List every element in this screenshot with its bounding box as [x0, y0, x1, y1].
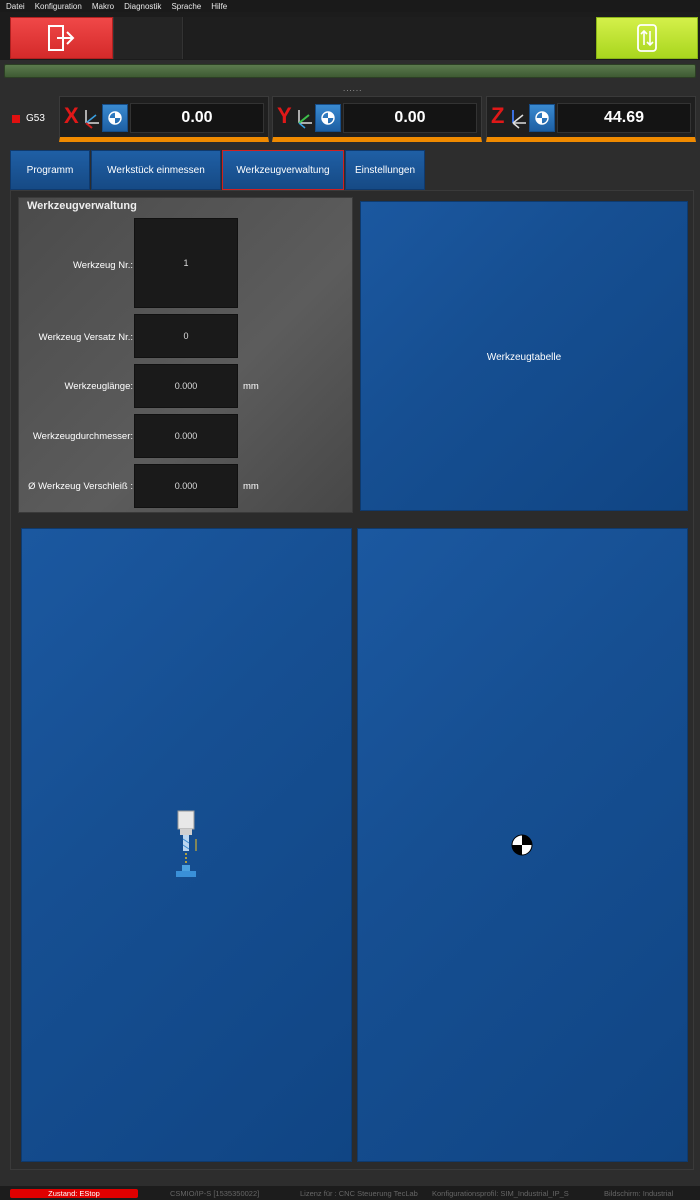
tool-number-field[interactable]: 1 — [134, 218, 238, 308]
tool-wear-unit: mm — [243, 481, 259, 492]
tool-wear-field[interactable]: 0.000 — [134, 464, 238, 508]
target-icon — [535, 111, 549, 125]
coord-system-indicator: G53 — [12, 113, 45, 124]
tool-length-label: Werkzeuglänge: — [64, 381, 133, 392]
zero-y-button[interactable] — [315, 104, 341, 132]
axis-x-value[interactable]: 0.00 — [130, 103, 264, 133]
exit-button[interactable] — [10, 17, 113, 59]
toolbar-slot — [113, 17, 183, 59]
profile-info: Konfigurationsprofil: SIM_Industrial_IP_… — [432, 1189, 569, 1198]
tool-diameter-field[interactable]: 0.000 — [134, 414, 238, 458]
switch-screen-button[interactable] — [596, 17, 698, 59]
menu-bar: Datei Konfiguration Makro Diagnostik Spr… — [0, 0, 700, 12]
axis-z-display: Z 44.69 — [486, 96, 696, 142]
tool-length-sensor-icon — [176, 810, 197, 877]
status-bar: Zustand: EStop CSMIO/IP-S [1535350022] L… — [0, 1186, 700, 1200]
axis-x-display: X 0.00 — [59, 96, 269, 142]
menu-makro[interactable]: Makro — [86, 2, 118, 11]
axis-y-value[interactable]: 0.00 — [343, 103, 477, 133]
menu-datei[interactable]: Datei — [0, 2, 29, 11]
feed-progress-bar — [4, 64, 696, 78]
tool-table-button[interactable]: Werkzeugtabelle — [360, 201, 688, 511]
tool-diameter-label: Werkzeugdurchmesser: — [32, 431, 133, 442]
expand-handle[interactable]: ...... — [343, 84, 362, 93]
tool-measure-button[interactable] — [21, 528, 352, 1162]
menu-konfiguration[interactable]: Konfiguration — [29, 2, 86, 11]
controller-info: CSMIO/IP-S [1535350022] — [170, 1189, 260, 1198]
tool-wear-label: Ø Werkzeug Verschleiß : — [28, 481, 133, 492]
axis-y-display: Y 0.00 — [272, 96, 482, 142]
axis-triad-icon — [512, 110, 526, 129]
axis-x-letter: X — [64, 103, 79, 128]
license-info: Lizenz für : CNC Steuerung TecLab — [300, 1189, 418, 1198]
tool-table-label: Werkzeugtabelle — [486, 352, 562, 363]
axis-z-letter: Z — [491, 103, 505, 128]
tool-number-label: Werkzeug Nr.: — [72, 260, 133, 271]
tab-werkzeugverwaltung[interactable]: Werkzeugverwaltung — [222, 150, 344, 190]
axis-z-value[interactable]: 44.69 — [557, 103, 691, 133]
tool-management-panel: Werkzeugverwaltung Werkzeug Nr.: 1 Werkz… — [18, 197, 353, 513]
menu-diagnostik[interactable]: Diagnostik — [118, 2, 165, 11]
axis-y-letter: Y — [277, 103, 292, 128]
screen-info: Bildschirm: Industrial — [604, 1189, 674, 1198]
target-icon — [108, 111, 122, 125]
menu-hilfe[interactable]: Hilfe — [205, 2, 231, 11]
zero-x-button[interactable] — [102, 104, 128, 132]
panel-title: Werkzeugverwaltung — [27, 200, 137, 212]
machine-state-badge: Zustand: EStop — [10, 1189, 138, 1198]
menu-sprache[interactable]: Sprache — [165, 2, 205, 11]
target-icon — [321, 111, 335, 125]
axis-triad-icon — [85, 110, 99, 129]
tool-offset-field[interactable]: 0 — [134, 314, 238, 358]
probe-button[interactable] — [357, 528, 688, 1162]
tool-offset-label: Werkzeug Versatz Nr.: — [38, 332, 133, 343]
exit-icon — [47, 25, 74, 51]
zero-z-button[interactable] — [529, 104, 555, 132]
tool-length-unit: mm — [243, 381, 259, 392]
top-toolbar — [0, 12, 700, 60]
coord-system-label: G53 — [26, 113, 45, 124]
probe-target-icon — [511, 834, 533, 856]
axis-triad-icon — [298, 110, 312, 129]
tab-programm[interactable]: Programm — [10, 150, 90, 190]
tool-length-field[interactable]: 0.000 — [134, 364, 238, 408]
main-tabs: Programm Werkstück einmessen Werkzeugver… — [10, 150, 426, 190]
swap-vertical-icon — [637, 24, 657, 52]
status-square-icon — [12, 114, 20, 123]
tab-einstellungen[interactable]: Einstellungen — [345, 150, 425, 190]
tab-werkstueck-einmessen[interactable]: Werkstück einmessen — [91, 150, 221, 190]
toolbar-spacer — [184, 17, 594, 59]
